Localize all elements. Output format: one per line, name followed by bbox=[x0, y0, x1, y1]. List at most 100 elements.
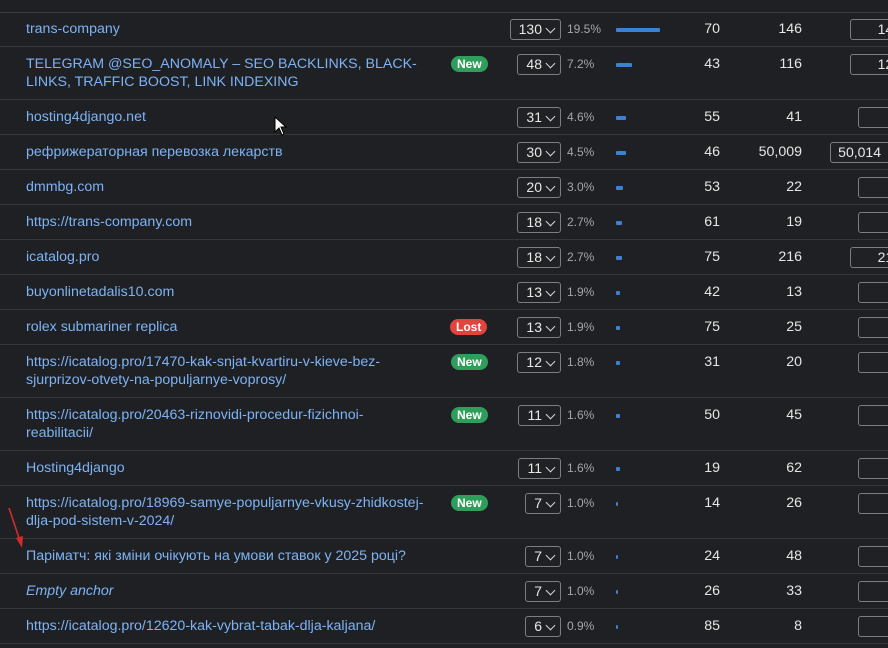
share-percent: 1.8% bbox=[567, 355, 595, 369]
anchor-link[interactable]: rolex submariner replica bbox=[26, 318, 426, 336]
total-backlinks-box[interactable]: 43 bbox=[858, 493, 888, 514]
referring-domains-dropdown[interactable]: 31 bbox=[517, 107, 561, 128]
total-backlinks-box[interactable]: 47 bbox=[858, 581, 888, 602]
total-backlinks-box[interactable]: 45 bbox=[858, 405, 888, 426]
anchor-link[interactable]: https://icatalog.pro/17470-kak-snjat-kva… bbox=[26, 353, 426, 389]
dofollow-count: 75 bbox=[704, 249, 720, 265]
table-row: trans-company 130 19.5% 70 146 146 bbox=[0, 12, 888, 47]
referring-domains-dropdown[interactable]: 11 bbox=[518, 405, 561, 426]
total-backlinks-box[interactable]: 13 bbox=[858, 282, 888, 303]
share-bar bbox=[616, 116, 626, 120]
share-percent: 2.7% bbox=[567, 215, 595, 229]
new-badge: New bbox=[451, 56, 488, 72]
chevron-down-icon bbox=[545, 111, 556, 121]
backlinks-count: 216 bbox=[778, 249, 802, 265]
referring-domains-count: 130 bbox=[518, 21, 542, 37]
backlinks-count: 41 bbox=[786, 109, 802, 125]
referring-domains-dropdown[interactable]: 18 bbox=[517, 247, 561, 268]
backlinks-count: 26 bbox=[786, 495, 802, 511]
dofollow-count: 53 bbox=[704, 179, 720, 195]
anchor-link[interactable]: https://trans-company.com bbox=[26, 213, 426, 231]
referring-domains-dropdown[interactable]: 130 bbox=[509, 19, 561, 40]
chevron-down-icon bbox=[545, 251, 556, 261]
referring-domains-dropdown[interactable]: 13 bbox=[517, 317, 561, 338]
chevron-down-icon bbox=[545, 286, 556, 296]
lost-badge: Lost bbox=[450, 319, 488, 335]
total-backlinks-box[interactable]: 19 bbox=[858, 212, 888, 233]
referring-domains-count: 18 bbox=[526, 214, 542, 230]
referring-domains-dropdown[interactable]: 20 bbox=[517, 177, 561, 198]
referring-domains-dropdown[interactable]: 12 bbox=[517, 352, 561, 373]
share-bar bbox=[616, 291, 620, 295]
referring-domains-dropdown[interactable]: 6 bbox=[525, 616, 561, 637]
chevron-down-icon bbox=[545, 321, 556, 331]
chevron-down-icon bbox=[545, 58, 556, 68]
total-backlinks-box[interactable]: 217 bbox=[850, 247, 888, 268]
anchor-link[interactable]: https://icatalog.pro/18969-samye-populja… bbox=[26, 494, 426, 530]
anchor-link[interactable]: trans-company bbox=[26, 20, 426, 38]
anchor-link[interactable]: icatalog.pro bbox=[26, 248, 426, 266]
referring-domains-count: 12 bbox=[526, 354, 542, 370]
share-percent: 7.2% bbox=[567, 57, 595, 71]
referring-domains-dropdown[interactable]: 11 bbox=[518, 458, 561, 479]
anchor-link[interactable]: buyonlinetadalis10.com bbox=[26, 283, 426, 301]
share-bar bbox=[616, 467, 620, 471]
anchor-link[interactable]: https://icatalog.pro/12620-kak-vybrat-ta… bbox=[26, 617, 426, 635]
anchor-link[interactable]: https://icatalog.pro/20463-riznovidi-pro… bbox=[26, 406, 426, 442]
referring-domains-count: 7 bbox=[534, 495, 542, 511]
total-backlinks-box[interactable]: 25 bbox=[858, 317, 888, 338]
referring-domains-dropdown[interactable]: 7 bbox=[525, 581, 561, 602]
backlinks-count: 19 bbox=[786, 214, 802, 230]
dofollow-count: 55 bbox=[704, 109, 720, 125]
chevron-down-icon bbox=[545, 146, 556, 156]
total-backlinks-box[interactable]: 41 bbox=[858, 107, 888, 128]
anchor-link[interactable]: Hosting4django bbox=[26, 459, 426, 477]
share-percent: 1.0% bbox=[567, 496, 595, 510]
table-row: рефрижераторная перевозка лекарств 30 4.… bbox=[0, 135, 888, 170]
dofollow-count: 14 bbox=[704, 495, 720, 511]
anchor-link[interactable]: рефрижераторная перевозка лекарств bbox=[26, 143, 426, 161]
total-backlinks-box[interactable]: 62 bbox=[858, 458, 888, 479]
anchor-link-empty[interactable]: Empty anchor bbox=[26, 582, 426, 600]
anchor-link[interactable]: TELEGRAM @SEO_ANOMALY – SEO BACKLINKS, B… bbox=[26, 55, 426, 91]
referring-domains-count: 18 bbox=[526, 249, 542, 265]
total-backlinks-box[interactable]: 20 bbox=[858, 352, 888, 373]
dofollow-count: 43 bbox=[704, 56, 720, 72]
anchor-link[interactable]: Паріматч: які зміни очікують на умови ст… bbox=[26, 547, 426, 565]
table-row: icatalog.pro 18 2.7% 75 216 217 bbox=[0, 240, 888, 275]
dofollow-count: 31 bbox=[704, 354, 720, 370]
share-percent: 1.0% bbox=[567, 584, 595, 598]
total-backlinks-box[interactable]: 48 bbox=[858, 546, 888, 567]
backlinks-count: 48 bbox=[786, 548, 802, 564]
share-percent: 2.7% bbox=[567, 250, 595, 264]
total-backlinks-box[interactable]: 22 bbox=[858, 177, 888, 198]
table-row: https://icatalog.pro/18969-samye-populja… bbox=[0, 486, 888, 539]
share-bar bbox=[616, 151, 626, 155]
referring-domains-count: 13 bbox=[526, 319, 542, 335]
referring-domains-dropdown[interactable]: 7 bbox=[525, 546, 561, 567]
referring-domains-dropdown[interactable]: 7 bbox=[525, 493, 561, 514]
share-percent: 19.5% bbox=[567, 22, 602, 36]
total-backlinks-box[interactable]: 50,014 bbox=[830, 142, 888, 163]
referring-domains-dropdown[interactable]: 13 bbox=[517, 282, 561, 303]
dofollow-count: 61 bbox=[704, 214, 720, 230]
share-bar bbox=[616, 256, 622, 260]
backlinks-count: 62 bbox=[786, 460, 802, 476]
dofollow-count: 50 bbox=[704, 407, 720, 423]
referring-domains-count: 11 bbox=[527, 407, 542, 423]
total-backlinks-box[interactable]: 120 bbox=[850, 54, 888, 75]
anchor-link[interactable]: hosting4django.net bbox=[26, 108, 426, 126]
backlinks-count: 13 bbox=[786, 284, 802, 300]
total-backlinks-box[interactable]: 8 bbox=[858, 616, 888, 637]
share-percent: 1.6% bbox=[567, 408, 595, 422]
referring-domains-count: 48 bbox=[526, 56, 542, 72]
referring-domains-count: 13 bbox=[526, 284, 542, 300]
share-percent: 4.6% bbox=[567, 110, 595, 124]
referring-domains-dropdown[interactable]: 48 bbox=[517, 54, 561, 75]
referring-domains-dropdown[interactable]: 30 bbox=[517, 142, 561, 163]
referring-domains-dropdown[interactable]: 18 bbox=[517, 212, 561, 233]
anchor-link[interactable]: dmmbg.com bbox=[26, 178, 426, 196]
anchors-table-page: trans-company 130 19.5% 70 146 146 TELEG… bbox=[0, 0, 888, 648]
share-percent: 4.5% bbox=[567, 145, 595, 159]
total-backlinks-box[interactable]: 146 bbox=[850, 19, 888, 40]
